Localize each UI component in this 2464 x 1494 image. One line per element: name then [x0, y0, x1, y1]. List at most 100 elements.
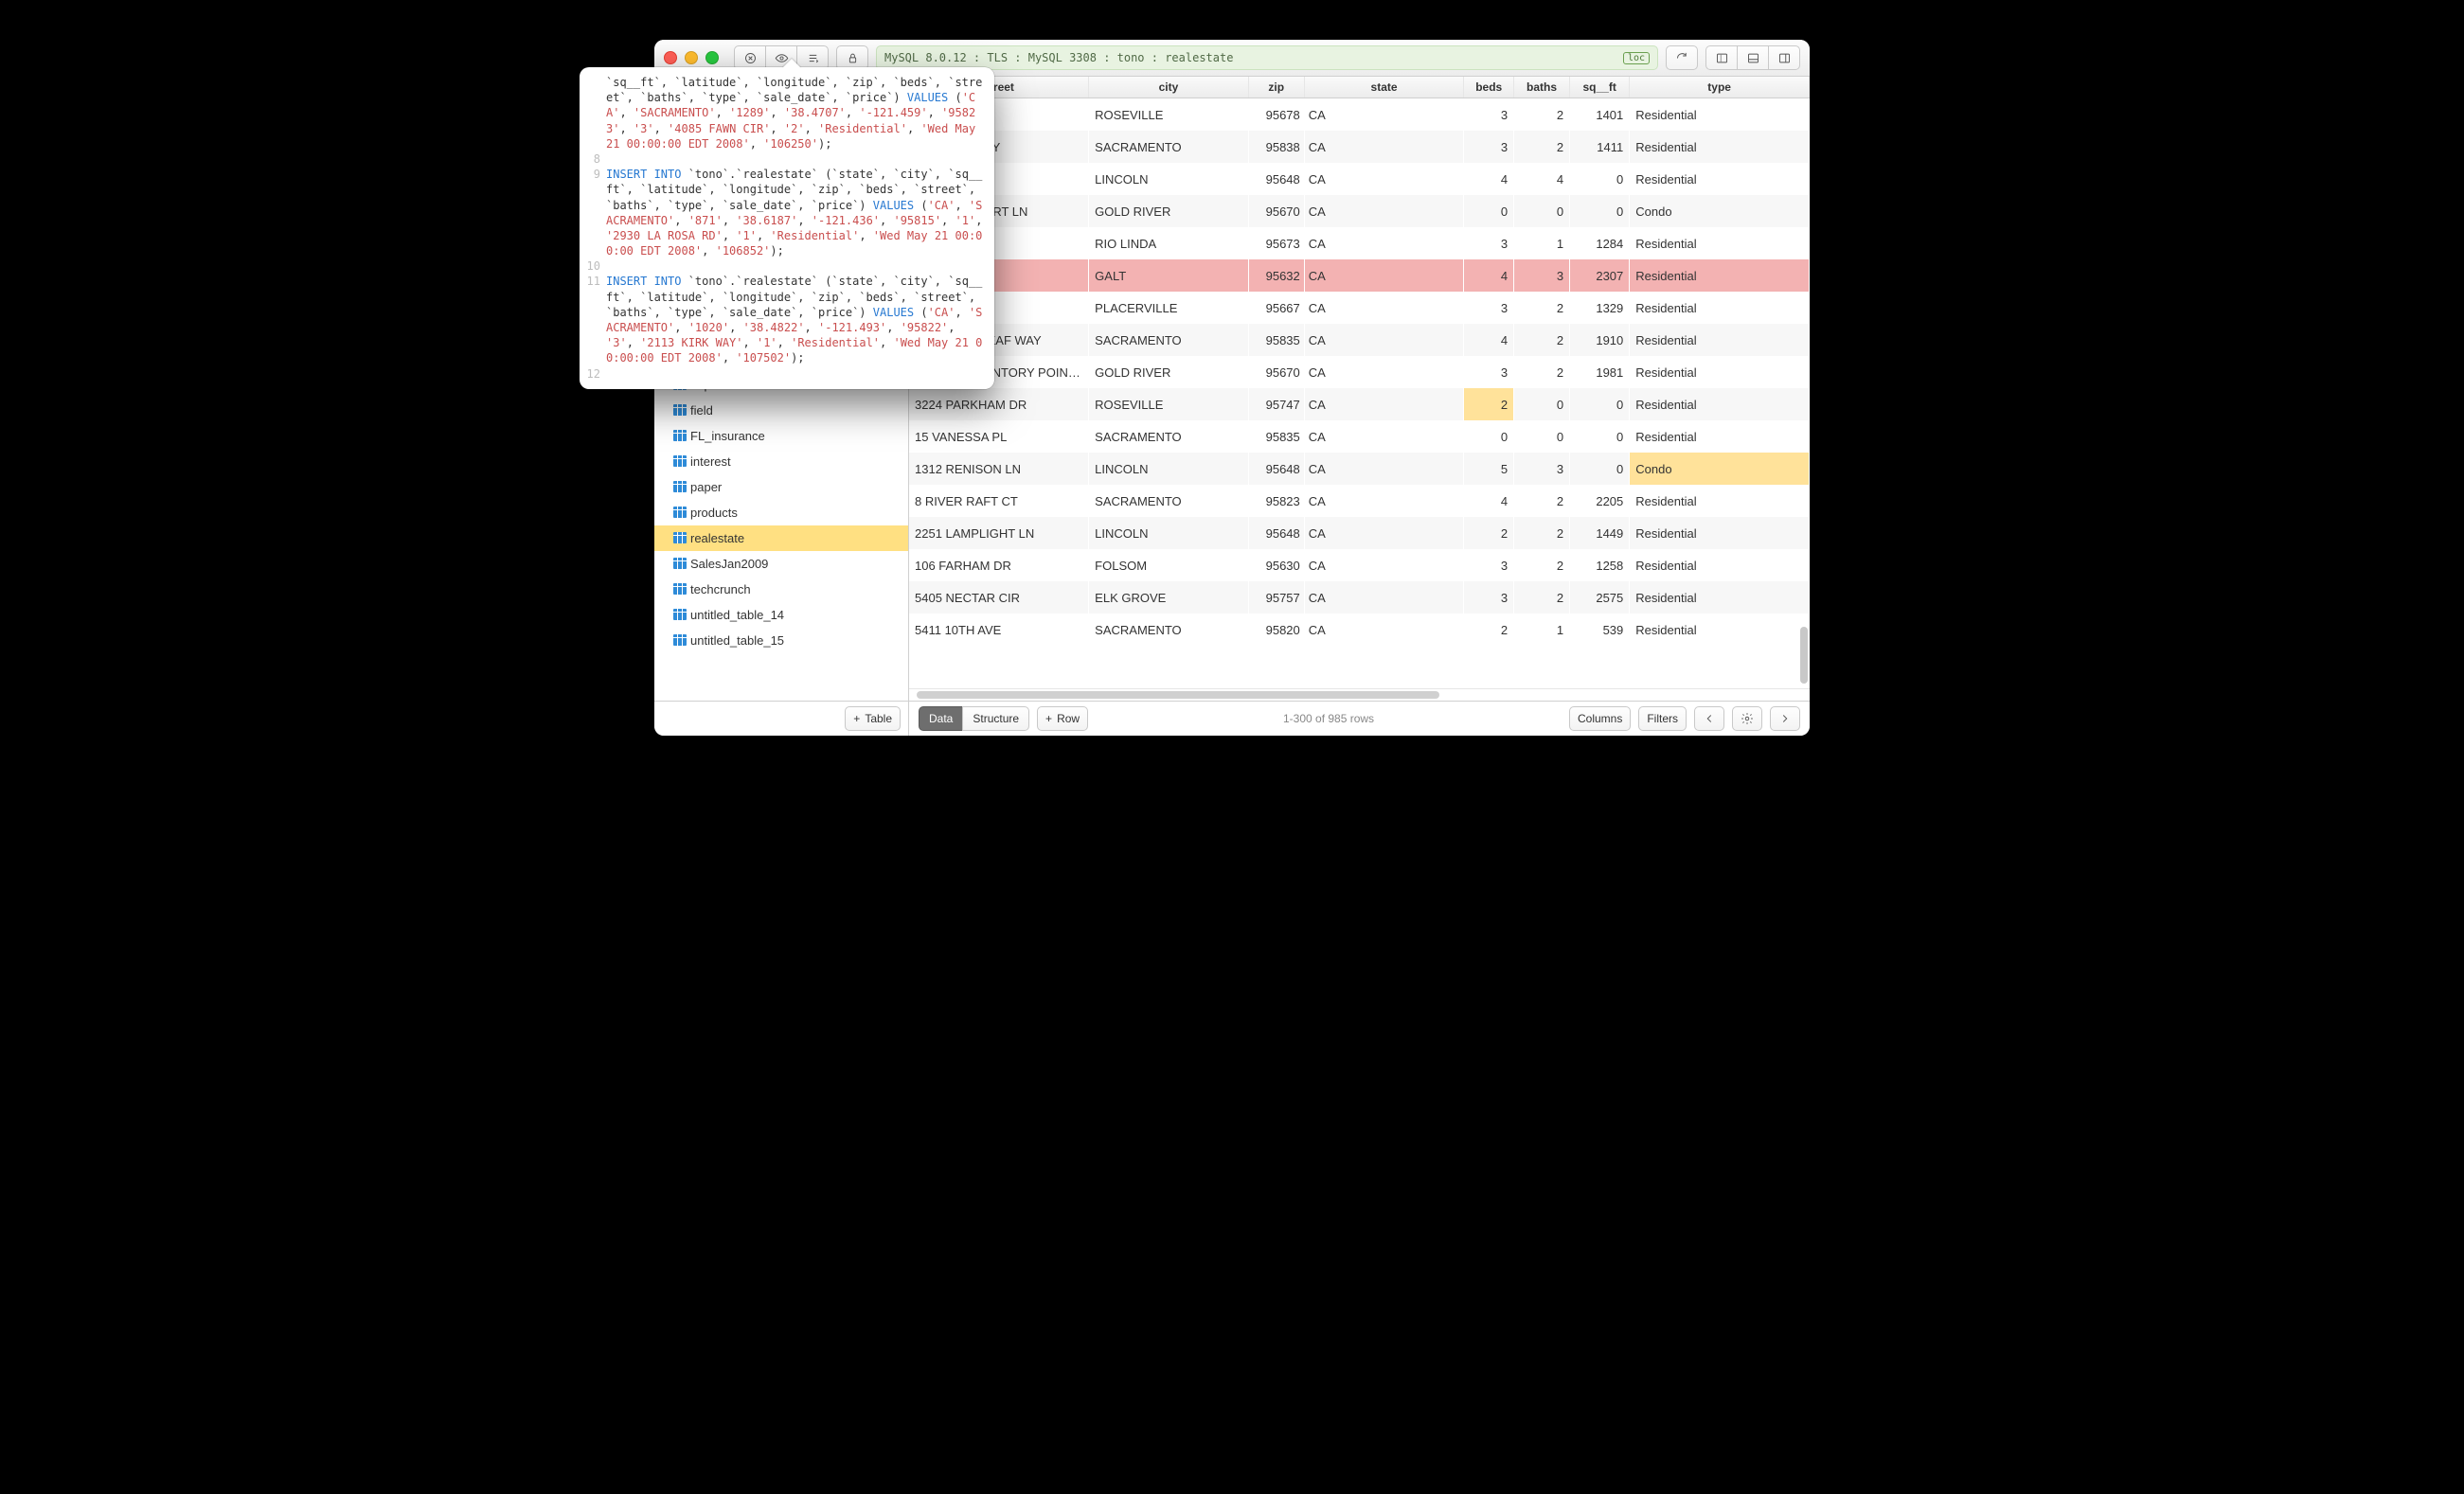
cell[interactable]: 2 [1514, 485, 1570, 517]
cell[interactable]: 1 [1514, 227, 1570, 259]
cell[interactable]: Residential [1630, 259, 1810, 292]
add-row-button[interactable]: + Row [1037, 706, 1088, 731]
table-row[interactable]: 5651 OVERLEAF WAYSACRAMENTO95835CA421910… [909, 324, 1810, 356]
table-row[interactable]: 15 VANESSA PLSACRAMENTO95835CA000Residen… [909, 420, 1810, 453]
cell[interactable]: 1449 [1570, 517, 1630, 549]
page-prev-button[interactable] [1694, 706, 1724, 731]
cell[interactable]: LINCOLN [1089, 163, 1249, 195]
sidebar-left-icon[interactable] [1705, 45, 1737, 70]
cell[interactable]: SACRAMENTO [1089, 614, 1249, 646]
cell[interactable]: FOLSOM [1089, 549, 1249, 581]
table-row[interactable]: 106 FARHAM DRFOLSOM95630CA321258Resident… [909, 549, 1810, 581]
cell[interactable]: 0 [1570, 388, 1630, 420]
cell[interactable]: 539 [1570, 614, 1630, 646]
cell[interactable]: 2 [1514, 356, 1570, 388]
sidebar-item-techcrunch[interactable]: techcrunch [654, 577, 908, 602]
cell[interactable]: CA [1304, 581, 1464, 614]
table-row[interactable]: …RCH CTROSEVILLE95678CA321401Residential [909, 98, 1810, 132]
cell[interactable]: CA [1304, 292, 1464, 324]
cell[interactable]: 4 [1464, 485, 1514, 517]
cell[interactable]: 2 [1514, 581, 1570, 614]
cell[interactable]: LINCOLN [1089, 517, 1249, 549]
sidebar-item-untitled_table_15[interactable]: untitled_table_15 [654, 628, 908, 653]
cell[interactable]: 95835 [1248, 420, 1304, 453]
cell[interactable]: 3 [1464, 581, 1514, 614]
add-table-button[interactable]: + Table [845, 706, 901, 731]
cell[interactable]: 0 [1570, 453, 1630, 485]
cell[interactable]: ELK GROVE [1089, 581, 1249, 614]
cell[interactable]: CA [1304, 227, 1464, 259]
minimize-window-button[interactable] [685, 51, 698, 64]
cell[interactable]: 3 [1514, 453, 1570, 485]
table-row[interactable]: …N CTGALT95632CA432307Residential [909, 259, 1810, 292]
data-tab[interactable]: Data [919, 706, 962, 731]
table-row[interactable]: 1312 RENISON LNLINCOLN95648CA530Condo [909, 453, 1810, 485]
table-row[interactable]: …TRIO LINDA95673CA311284Residential [909, 227, 1810, 259]
table-row[interactable]: …RAMA DRPLACERVILLE95667CA321329Resident… [909, 292, 1810, 324]
close-window-button[interactable] [664, 51, 677, 64]
cell[interactable]: CA [1304, 98, 1464, 132]
table-row[interactable]: 3224 PARKHAM DRROSEVILLE95747CA200Reside… [909, 388, 1810, 420]
cell[interactable]: CA [1304, 131, 1464, 163]
cell[interactable]: 95670 [1248, 195, 1304, 227]
cell[interactable]: 2 [1514, 324, 1570, 356]
cell[interactable]: GOLD RIVER [1089, 356, 1249, 388]
sidebar-item-FL_insurance[interactable]: FL_insurance [654, 423, 908, 449]
cell[interactable]: 0 [1514, 195, 1570, 227]
table-row[interactable]: 8 RIVER RAFT CTSACRAMENTO95823CA422205Re… [909, 485, 1810, 517]
cell[interactable]: SACRAMENTO [1089, 485, 1249, 517]
cell[interactable]: 95747 [1248, 388, 1304, 420]
cell[interactable]: 95648 [1248, 453, 1304, 485]
column-header-sqft[interactable]: sq__ft [1570, 77, 1630, 98]
page-next-button[interactable] [1770, 706, 1800, 731]
column-header-city[interactable]: city [1089, 77, 1249, 98]
cell[interactable]: 2 [1514, 98, 1570, 132]
table-row[interactable]: 2015 PROMONTORY POINT LNGOLD RIVER95670C… [909, 356, 1810, 388]
cell[interactable]: 0 [1570, 163, 1630, 195]
cell[interactable]: 2 [1464, 388, 1514, 420]
panel-bottom-icon[interactable] [1737, 45, 1768, 70]
table-row[interactable]: …EY LNLINCOLN95648CA440Residential [909, 163, 1810, 195]
sidebar-right-icon[interactable] [1768, 45, 1800, 70]
vscrollbar-thumb[interactable] [1800, 627, 1808, 684]
cell[interactable]: CA [1304, 485, 1464, 517]
cell[interactable]: Residential [1630, 98, 1810, 132]
cell[interactable]: 95648 [1248, 163, 1304, 195]
cell[interactable]: Residential [1630, 163, 1810, 195]
cell[interactable]: 1258 [1570, 549, 1630, 581]
cell[interactable]: 95630 [1248, 549, 1304, 581]
cell[interactable]: 95835 [1248, 324, 1304, 356]
cell[interactable]: 95820 [1248, 614, 1304, 646]
cell[interactable]: 0 [1570, 195, 1630, 227]
zoom-window-button[interactable] [705, 51, 719, 64]
cell[interactable]: Residential [1630, 292, 1810, 324]
cell[interactable]: Residential [1630, 420, 1810, 453]
cell[interactable]: 3 [1464, 131, 1514, 163]
cell[interactable]: SACRAMENTO [1089, 324, 1249, 356]
cell[interactable]: CA [1304, 163, 1464, 195]
vertical-scrollbar[interactable] [1800, 116, 1808, 703]
cell[interactable]: 4 [1514, 163, 1570, 195]
cell[interactable]: 95757 [1248, 581, 1304, 614]
cell[interactable]: CA [1304, 614, 1464, 646]
cell[interactable]: ROSEVILLE [1089, 388, 1249, 420]
cell[interactable]: Residential [1630, 356, 1810, 388]
cell[interactable]: 5411 10TH AVE [909, 614, 1089, 646]
cell[interactable]: 1284 [1570, 227, 1630, 259]
sidebar-item-realestate[interactable]: realestate [654, 525, 908, 551]
cell[interactable]: 4 [1464, 259, 1514, 292]
cell[interactable]: 95632 [1248, 259, 1304, 292]
cell[interactable]: 0 [1464, 420, 1514, 453]
structure-tab[interactable]: Structure [962, 706, 1029, 731]
cell[interactable]: 3 [1464, 292, 1514, 324]
cell[interactable]: 95648 [1248, 517, 1304, 549]
cell[interactable]: 95838 [1248, 131, 1304, 163]
cell[interactable]: GALT [1089, 259, 1249, 292]
table-row[interactable]: …FORD COURT LNGOLD RIVER95670CA000Condo [909, 195, 1810, 227]
cell[interactable]: 1 [1514, 614, 1570, 646]
cell[interactable]: SACRAMENTO [1089, 420, 1249, 453]
cell[interactable]: 95673 [1248, 227, 1304, 259]
cell[interactable]: Residential [1630, 581, 1810, 614]
column-header-zip[interactable]: zip [1248, 77, 1304, 98]
cell[interactable]: 95670 [1248, 356, 1304, 388]
